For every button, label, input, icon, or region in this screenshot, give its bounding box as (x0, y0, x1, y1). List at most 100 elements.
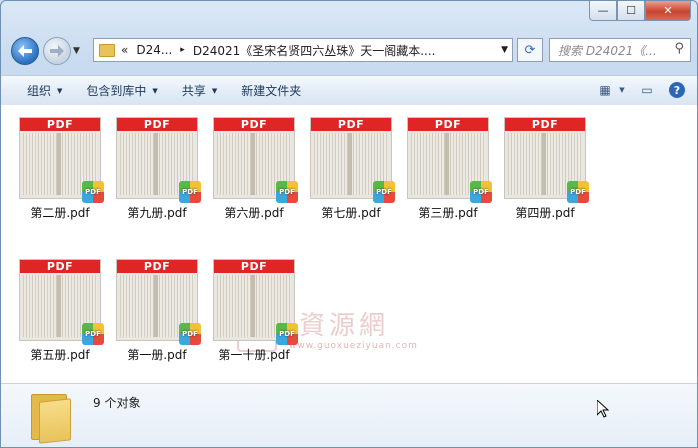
file-name[interactable]: 第四册.pdf (500, 204, 590, 221)
pdf-app-icon: PDF (276, 181, 298, 203)
page-gutter (251, 275, 255, 337)
forward-button[interactable] (43, 37, 71, 65)
file-name[interactable]: 第一册.pdf (112, 346, 202, 363)
caption-buttons: — ☐ ✕ (589, 1, 691, 21)
file-name[interactable]: 第三册.pdf (403, 204, 493, 221)
page-gutter (57, 275, 61, 337)
back-arrow-icon (18, 45, 32, 57)
view-dropdown-icon[interactable]: ▼ (617, 81, 627, 99)
minimize-button[interactable]: — (589, 1, 617, 21)
details-pane: 9 个对象 (1, 383, 697, 447)
pdf-thumbnail: PDF PDF (505, 118, 589, 203)
folder-icon (99, 43, 115, 57)
file-item[interactable]: PDF PDF 第五册.pdf (15, 260, 105, 363)
file-item[interactable]: PDF PDF 第九册.pdf (112, 118, 202, 221)
pdf-thumbnail: PDF PDF (117, 260, 201, 345)
share-menu[interactable]: 共享 ▼ (170, 82, 229, 99)
pdf-band: PDF (214, 118, 294, 131)
pdf-band: PDF (408, 118, 488, 131)
item-count: 9 个对象 (93, 396, 141, 410)
help-icon: ? (669, 82, 685, 98)
chevron-down-icon: ▼ (57, 86, 63, 95)
file-item[interactable]: PDF PDF 第一册.pdf (112, 260, 202, 363)
search-input[interactable]: 搜索 D24021《... ⚲ (549, 38, 691, 62)
command-bar: 组织 ▼ 包含到库中 ▼ 共享 ▼ 新建文件夹 ▦ ▼ ▭ ? (1, 75, 697, 106)
file-name[interactable]: 第二册.pdf (15, 204, 105, 221)
pdf-band: PDF (117, 260, 197, 273)
recent-pages-dropdown[interactable]: ▼ (73, 46, 80, 56)
pdf-thumbnail: PDF PDF (214, 118, 298, 203)
pdf-app-icon: PDF (567, 181, 589, 203)
pdf-app-icon: PDF (179, 323, 201, 345)
pdf-band: PDF (117, 118, 197, 131)
pdf-thumbnail: PDF PDF (408, 118, 492, 203)
back-button[interactable] (11, 37, 39, 65)
view-options-icon[interactable]: ▦ (595, 81, 615, 99)
pdf-band: PDF (505, 118, 585, 131)
folder-icon (29, 392, 71, 444)
refresh-icon: ⟳ (524, 42, 536, 58)
share-label: 共享 (181, 84, 206, 98)
help-button[interactable]: ? (667, 81, 687, 99)
navigation-bar: ▼ « D24... ▸ D24021《圣宋名贤四六丛珠》天一阁藏本.... ▼… (9, 37, 691, 65)
chevron-down-icon: ▼ (152, 86, 158, 95)
pdf-thumbnail: PDF PDF (20, 118, 104, 203)
address-segment-parent[interactable]: D24... (136, 43, 172, 57)
watermark-url: www.guoxueziyuan.com (289, 341, 418, 351)
pdf-app-icon: PDF (179, 181, 201, 203)
file-item[interactable]: PDF PDF 第七册.pdf (306, 118, 396, 221)
pdf-app-icon: PDF (82, 323, 104, 345)
pdf-app-icon: PDF (82, 181, 104, 203)
file-name[interactable]: 第六册.pdf (209, 204, 299, 221)
file-item[interactable]: PDF PDF 第四册.pdf (500, 118, 590, 221)
organize-label: 组织 (27, 84, 52, 98)
page-gutter (445, 133, 449, 195)
file-name[interactable]: 第一十册.pdf (209, 346, 299, 363)
page-gutter (154, 275, 158, 337)
address-bar[interactable]: « D24... ▸ D24021《圣宋名贤四六丛珠》天一阁藏本.... ▼ (93, 38, 513, 62)
forward-arrow-icon (50, 45, 64, 57)
page-gutter (154, 133, 158, 195)
pdf-band: PDF (311, 118, 391, 131)
pdf-app-icon: PDF (470, 181, 492, 203)
file-name[interactable]: 第九册.pdf (112, 204, 202, 221)
maximize-button[interactable]: ☐ (617, 1, 645, 21)
organize-menu[interactable]: 组织 ▼ (1, 82, 74, 99)
page-gutter (348, 133, 352, 195)
preview-pane-icon[interactable]: ▭ (637, 81, 657, 99)
file-item[interactable]: PDF PDF 第三册.pdf (403, 118, 493, 221)
pdf-thumbnail: PDF PDF (117, 118, 201, 203)
file-name[interactable]: 第七册.pdf (306, 204, 396, 221)
mouse-cursor-icon (596, 398, 610, 422)
new-folder-label: 新建文件夹 (241, 84, 302, 98)
pdf-thumbnail: PDF PDF (311, 118, 395, 203)
file-name[interactable]: 第五册.pdf (15, 346, 105, 363)
include-in-library-menu[interactable]: 包含到库中 ▼ (74, 82, 169, 99)
page-gutter (542, 133, 546, 195)
page-gutter (251, 133, 255, 195)
address-dropdown-icon[interactable]: ▼ (501, 45, 508, 55)
pdf-band: PDF (20, 260, 100, 273)
pdf-band: PDF (214, 260, 294, 273)
file-item[interactable]: PDF PDF 第二册.pdf (15, 118, 105, 221)
search-placeholder: 搜索 D24021《... (558, 43, 657, 58)
address-segment-current[interactable]: D24021《圣宋名贤四六丛珠》天一阁藏本.... (193, 42, 436, 59)
chevron-right-icon[interactable]: ▸ (180, 45, 185, 55)
new-folder-button[interactable]: 新建文件夹 (229, 82, 313, 99)
close-button[interactable]: ✕ (645, 1, 691, 21)
pdf-thumbnail: PDF PDF (20, 260, 104, 345)
pdf-thumbnail: PDF PDF (214, 260, 298, 345)
chevron-down-icon: ▼ (211, 86, 218, 95)
view-tools: ▦ ▼ ▭ ? (585, 81, 687, 99)
file-item[interactable]: PDF PDF 第一十册.pdf (209, 260, 299, 363)
file-list: 國學資源網 www.guoxueziyuan.com PDF PDF 第二册.pd… (1, 105, 697, 383)
file-item[interactable]: PDF PDF 第六册.pdf (209, 118, 299, 221)
pdf-app-icon: PDF (276, 323, 298, 345)
pdf-app-icon: PDF (373, 181, 395, 203)
refresh-button[interactable]: ⟳ (517, 38, 543, 62)
page-gutter (57, 133, 61, 195)
address-overflow[interactable]: « (121, 43, 128, 57)
search-icon[interactable]: ⚲ (674, 41, 684, 56)
pdf-band: PDF (20, 118, 100, 131)
explorer-window: — ☐ ✕ ▼ « D24... ▸ D24021《圣宋名贤四六丛珠》天一阁藏本… (0, 0, 698, 448)
